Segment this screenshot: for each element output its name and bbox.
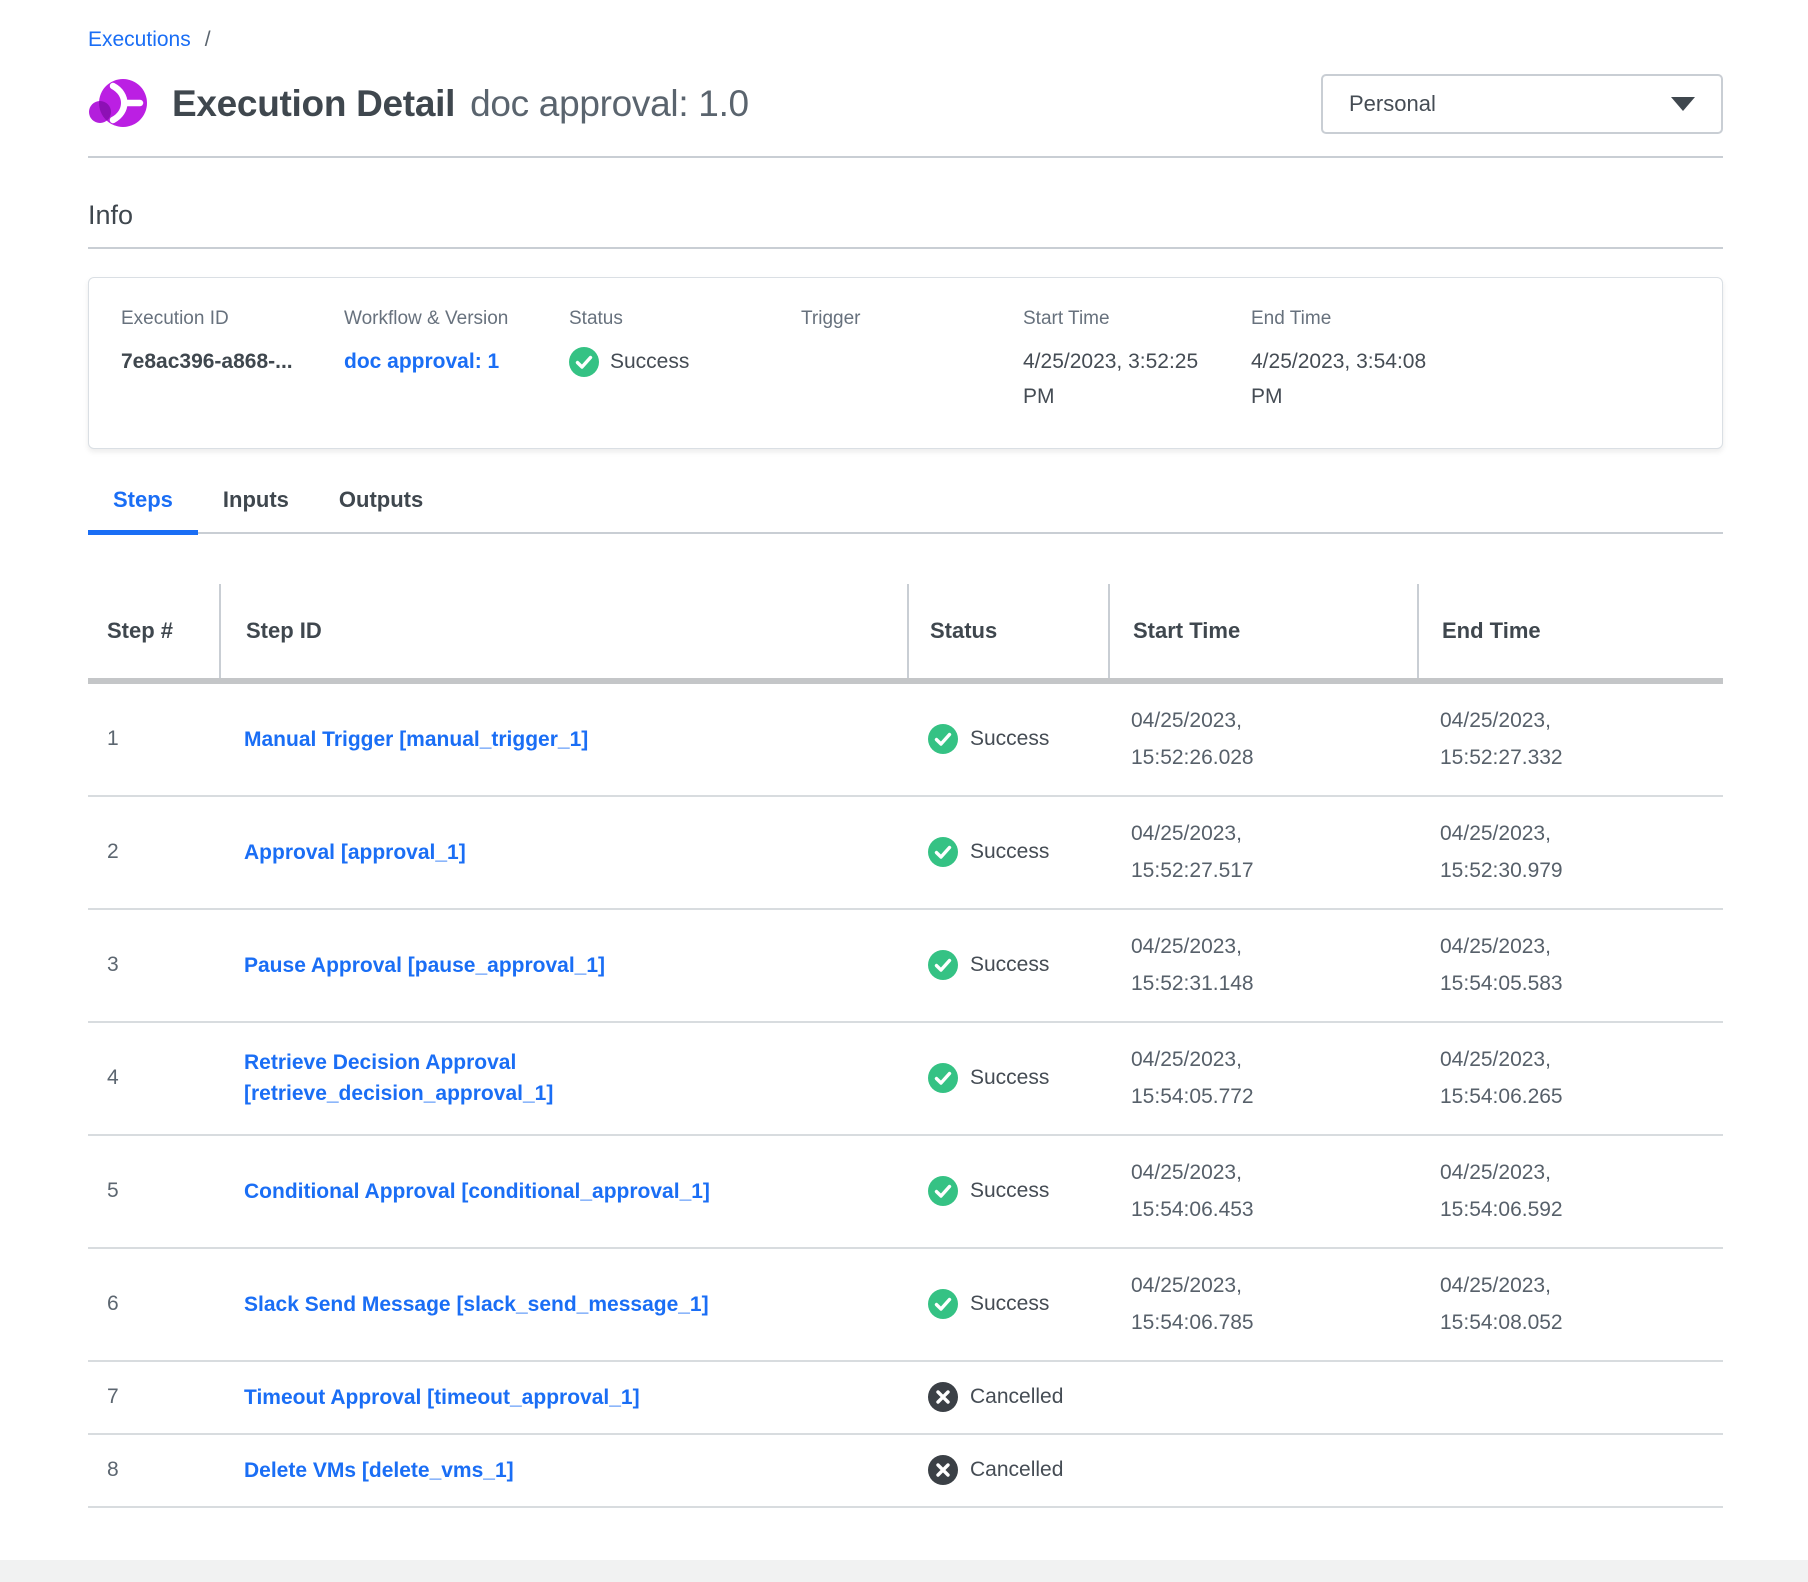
info-label: Start Time bbox=[1023, 308, 1251, 330]
info-label: Execution ID bbox=[121, 308, 344, 330]
step-id-link[interactable]: Timeout Approval [timeout_approval_1] bbox=[244, 1382, 640, 1413]
table-row: 6 Slack Send Message [slack_send_message… bbox=[88, 1249, 1723, 1362]
scope-selector-value: Personal bbox=[1349, 91, 1436, 117]
success-status-icon bbox=[928, 1176, 958, 1206]
step-start-time: 04/25/2023, 15:52:31.148 bbox=[1131, 928, 1331, 1002]
step-id-link[interactable]: Approval [approval_1] bbox=[244, 837, 466, 868]
info-field-execution-id: Execution ID 7e8ac396-a868-... bbox=[121, 308, 344, 414]
step-status: Success bbox=[970, 1066, 1049, 1090]
step-id-link[interactable]: Conditional Approval [conditional_approv… bbox=[244, 1176, 710, 1207]
header-divider bbox=[88, 156, 1723, 158]
step-start-time: 04/25/2023, 15:54:05.772 bbox=[1131, 1041, 1331, 1115]
page-subtitle-workflow-version: doc approval: 1.0 bbox=[470, 83, 749, 125]
column-header-start-time: Start Time bbox=[1108, 584, 1417, 678]
page-title: Execution Detail bbox=[172, 83, 455, 125]
cancelled-status-icon bbox=[928, 1382, 958, 1412]
step-status: Success bbox=[970, 727, 1049, 751]
execution-id-value: 7e8ac396-a868-... bbox=[121, 344, 344, 379]
step-status: Success bbox=[970, 953, 1049, 977]
column-header-status: Status bbox=[907, 584, 1108, 678]
step-end-time: 04/25/2023, 15:54:08.052 bbox=[1440, 1267, 1640, 1341]
step-end-time: 04/25/2023, 15:54:05.583 bbox=[1440, 928, 1640, 1002]
step-end-time: 04/25/2023, 15:52:27.332 bbox=[1440, 702, 1640, 776]
tab-outputs[interactable]: Outputs bbox=[314, 487, 448, 535]
end-time-value: 4/25/2023, 3:54:08 PM bbox=[1251, 344, 1449, 414]
table-row: 5 Conditional Approval [conditional_appr… bbox=[88, 1136, 1723, 1249]
info-heading-divider bbox=[88, 247, 1723, 249]
success-status-icon bbox=[928, 724, 958, 754]
step-number: 4 bbox=[88, 1066, 219, 1090]
tab-inputs[interactable]: Inputs bbox=[198, 487, 314, 535]
step-id-link[interactable]: Slack Send Message [slack_send_message_1… bbox=[244, 1289, 709, 1320]
scope-selector-dropdown[interactable]: Personal bbox=[1321, 74, 1723, 134]
step-start-time: 04/25/2023, 15:54:06.453 bbox=[1131, 1154, 1331, 1228]
column-header-step-num: Step # bbox=[88, 584, 219, 678]
step-number: 1 bbox=[88, 727, 219, 751]
page-bottom-band bbox=[0, 1560, 1808, 1582]
step-number: 5 bbox=[88, 1179, 219, 1203]
breadcrumb-separator: / bbox=[205, 28, 211, 52]
success-status-icon bbox=[928, 1289, 958, 1319]
info-field-status: Status Success bbox=[569, 308, 801, 414]
success-status-icon bbox=[928, 1063, 958, 1093]
info-section-heading: Info bbox=[88, 200, 1723, 231]
step-status: Cancelled bbox=[970, 1458, 1063, 1482]
step-status: Cancelled bbox=[970, 1385, 1063, 1409]
step-id-link[interactable]: Manual Trigger [manual_trigger_1] bbox=[244, 724, 588, 755]
step-status: Success bbox=[970, 1179, 1049, 1203]
table-row: 8 Delete VMs [delete_vms_1] Cancelled bbox=[88, 1435, 1723, 1508]
steps-table: Step # Step ID Status Start Time End Tim… bbox=[88, 584, 1723, 1508]
workflow-brand-icon bbox=[88, 74, 148, 134]
info-field-end-time: End Time 4/25/2023, 3:54:08 PM bbox=[1251, 308, 1501, 414]
status-value: Success bbox=[610, 344, 689, 379]
table-row: 3 Pause Approval [pause_approval_1] Succ… bbox=[88, 910, 1723, 1023]
table-row: 4 Retrieve Decision Approval [retrieve_d… bbox=[88, 1023, 1723, 1136]
execution-info-card: Execution ID 7e8ac396-a868-... Workflow … bbox=[88, 277, 1723, 449]
column-header-step-id: Step ID bbox=[219, 584, 907, 678]
success-status-icon bbox=[928, 950, 958, 980]
execution-detail-page: Executions / Execution Detail doc approv… bbox=[88, 0, 1723, 1508]
start-time-value: 4/25/2023, 3:52:25 PM bbox=[1023, 344, 1221, 414]
step-number: 8 bbox=[88, 1458, 219, 1482]
step-number: 3 bbox=[88, 953, 219, 977]
workflow-version-link[interactable]: doc approval: 1 bbox=[344, 350, 499, 373]
step-id-link[interactable]: Retrieve Decision Approval [retrieve_dec… bbox=[244, 1047, 784, 1109]
step-number: 2 bbox=[88, 840, 219, 864]
table-row: 7 Timeout Approval [timeout_approval_1] … bbox=[88, 1362, 1723, 1435]
cancelled-status-icon bbox=[928, 1455, 958, 1485]
chevron-down-icon bbox=[1671, 97, 1695, 111]
info-field-workflow-version: Workflow & Version doc approval: 1 bbox=[344, 308, 569, 414]
info-label: Status bbox=[569, 308, 801, 330]
tab-steps[interactable]: Steps bbox=[88, 487, 198, 535]
table-row: 2 Approval [approval_1] Success 04/25/20… bbox=[88, 797, 1723, 910]
step-id-link[interactable]: Pause Approval [pause_approval_1] bbox=[244, 950, 605, 981]
info-label: Trigger bbox=[801, 308, 1023, 330]
info-field-start-time: Start Time 4/25/2023, 3:52:25 PM bbox=[1023, 308, 1251, 414]
info-field-trigger: Trigger bbox=[801, 308, 1023, 414]
success-status-icon bbox=[569, 347, 599, 377]
info-label: Workflow & Version bbox=[344, 308, 569, 330]
step-number: 6 bbox=[88, 1292, 219, 1316]
breadcrumb: Executions / bbox=[88, 28, 1723, 52]
column-header-end-time: End Time bbox=[1417, 584, 1723, 678]
step-id-link[interactable]: Delete VMs [delete_vms_1] bbox=[244, 1455, 514, 1486]
info-label: End Time bbox=[1251, 308, 1501, 330]
success-status-icon bbox=[928, 837, 958, 867]
step-status: Success bbox=[970, 840, 1049, 864]
step-end-time: 04/25/2023, 15:54:06.592 bbox=[1440, 1154, 1640, 1228]
step-number: 7 bbox=[88, 1385, 219, 1409]
page-header: Execution Detail doc approval: 1.0 Perso… bbox=[88, 74, 1723, 134]
steps-table-header: Step # Step ID Status Start Time End Tim… bbox=[88, 584, 1723, 684]
step-end-time: 04/25/2023, 15:52:30.979 bbox=[1440, 815, 1640, 889]
table-row: 1 Manual Trigger [manual_trigger_1] Succ… bbox=[88, 684, 1723, 797]
detail-tabs: Steps Inputs Outputs bbox=[88, 487, 1723, 534]
step-start-time: 04/25/2023, 15:52:27.517 bbox=[1131, 815, 1331, 889]
step-end-time: 04/25/2023, 15:54:06.265 bbox=[1440, 1041, 1640, 1115]
step-status: Success bbox=[970, 1292, 1049, 1316]
breadcrumb-executions-link[interactable]: Executions bbox=[88, 28, 191, 52]
step-start-time: 04/25/2023, 15:54:06.785 bbox=[1131, 1267, 1331, 1341]
step-start-time: 04/25/2023, 15:52:26.028 bbox=[1131, 702, 1331, 776]
